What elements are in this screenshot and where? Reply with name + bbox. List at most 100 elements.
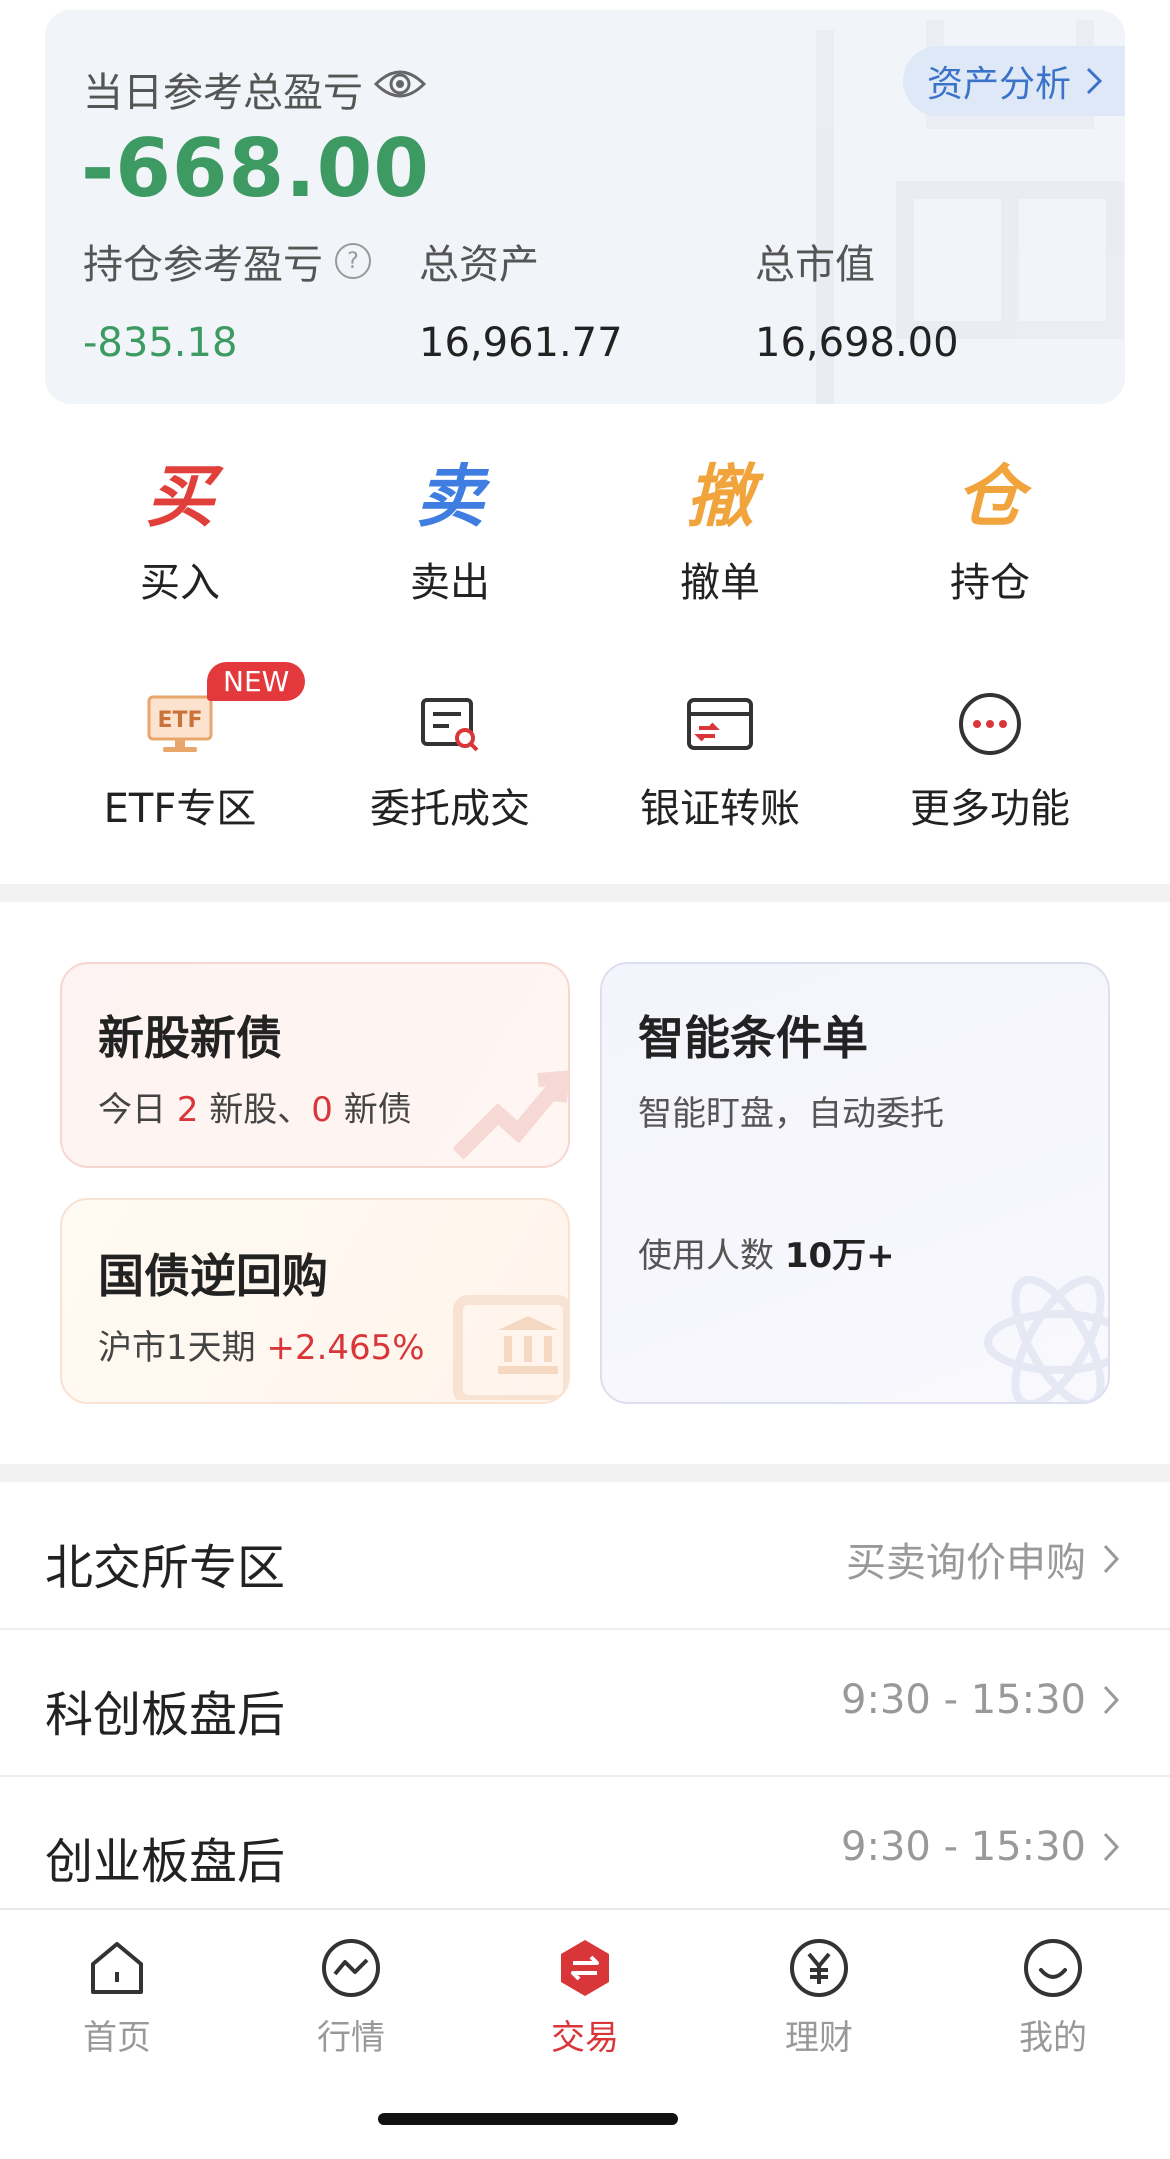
- tab-market[interactable]: 行情: [234, 1936, 468, 2059]
- chinext-after-hours-row[interactable]: 创业板盘后 9:30 - 15:30: [0, 1776, 1170, 1924]
- bank-transfer-button[interactable]: 银证转账: [585, 682, 855, 834]
- asset-summary-card: 当日参考总盈亏 -668.00 资产分析 持仓参考盈亏 ? -835.18 总资…: [45, 10, 1125, 404]
- help-icon[interactable]: ?: [335, 243, 371, 279]
- smart-order-card[interactable]: 智能条件单 智能盯盘，自动委托 使用人数 10万+: [600, 962, 1110, 1404]
- total-assets-label: 总资产: [419, 242, 539, 288]
- users-prefix: 使用人数: [638, 1236, 785, 1276]
- profile-icon: [1024, 1939, 1082, 1997]
- tab-trade[interactable]: 交易: [468, 1936, 702, 2059]
- sell-icon: 卖: [415, 458, 484, 537]
- ipo-stock-count: 2: [176, 1090, 199, 1130]
- market-value-value: 16,698.00: [755, 320, 959, 366]
- order-search-icon: [417, 682, 483, 766]
- bank-icon: [453, 1295, 568, 1400]
- asset-analysis-label: 资产分析: [926, 64, 1071, 105]
- sell-label: 卖出: [410, 560, 490, 606]
- chinext-label: 创业板盘后: [45, 1834, 286, 1890]
- cancel-order-label: 撤单: [680, 560, 760, 606]
- transfer-card-icon: [685, 682, 755, 766]
- repo-rate: +2.465%: [266, 1328, 425, 1368]
- ipo-card[interactable]: 新股新债 今日 2 新股、0 新债: [60, 962, 570, 1168]
- market-icon: [322, 1939, 380, 1997]
- ipo-sub-suffix: 新债: [332, 1090, 412, 1130]
- ipo-subtitle: 今日 2 新股、0 新债: [98, 1082, 412, 1131]
- reverse-repo-subtitle: 沪市1天期 +2.465%: [98, 1320, 425, 1369]
- orders-label: 委托成交: [370, 786, 530, 832]
- daily-pnl-value: -668.00: [81, 122, 430, 215]
- chevron-right-icon: [1103, 1544, 1120, 1574]
- new-badge: NEW: [207, 662, 306, 701]
- bse-zone-label: 北交所专区: [45, 1540, 286, 1596]
- trend-arrow-icon: [452, 1070, 568, 1160]
- ipo-title: 新股新债: [98, 1011, 282, 1065]
- chevron-right-icon: [1086, 67, 1103, 95]
- section-divider: [0, 884, 1170, 902]
- etf-icon: ETF NEW: [145, 662, 306, 766]
- chevron-right-icon: [1103, 1832, 1120, 1862]
- wealth-icon: [790, 1939, 848, 1997]
- cancel-order-button[interactable]: 撤 撤单: [585, 456, 855, 608]
- tab-trade-label: 交易: [551, 2018, 619, 2058]
- ipo-bond-count: 0: [311, 1090, 333, 1130]
- home-icon: [91, 1942, 143, 1994]
- tab-home[interactable]: 首页: [0, 1936, 234, 2059]
- tab-profile[interactable]: 我的: [936, 1936, 1170, 2059]
- market-value: 总市值 16,698.00: [755, 232, 959, 366]
- positions-label: 持仓: [950, 560, 1030, 606]
- section-divider: [0, 1464, 1170, 1482]
- bse-zone-detail: 买卖询价申购: [846, 1530, 1120, 1588]
- buy-button[interactable]: 买 买入: [45, 456, 315, 608]
- total-assets-value: 16,961.77: [419, 320, 623, 366]
- bank-transfer-label: 银证转账: [640, 786, 800, 832]
- buy-icon: 买: [145, 458, 214, 537]
- daily-pnl-label-text: 当日参考总盈亏: [83, 70, 363, 116]
- users-value: 10万+: [784, 1236, 895, 1276]
- chinext-hours: 9:30 - 15:30: [841, 1824, 1086, 1870]
- ipo-sub-prefix: 今日: [98, 1090, 177, 1130]
- tab-wealth[interactable]: 理财: [702, 1936, 936, 2059]
- market-value-label: 总市值: [755, 242, 875, 288]
- reverse-repo-card[interactable]: 国债逆回购 沪市1天期 +2.465%: [60, 1198, 570, 1404]
- etf-zone-label: ETF专区: [103, 786, 257, 832]
- star-market-hours: 9:30 - 15:30: [841, 1677, 1086, 1723]
- total-assets: 总资产 16,961.77: [419, 232, 623, 366]
- bse-zone-row[interactable]: 北交所专区 买卖询价申购: [0, 1482, 1170, 1630]
- home-indicator: [378, 2113, 678, 2125]
- repo-sub-prefix: 沪市1天期: [98, 1328, 267, 1368]
- holding-pnl-value: -835.18: [83, 320, 238, 366]
- ipo-sub-mid: 新股、: [198, 1090, 312, 1130]
- etf-zone-button[interactable]: ETF NEW ETF专区: [45, 662, 315, 834]
- reverse-repo-title: 国债逆回购: [98, 1249, 328, 1303]
- orders-button[interactable]: 委托成交: [315, 682, 585, 834]
- more-icon: [957, 682, 1023, 766]
- svg-text:ETF: ETF: [157, 708, 202, 733]
- sell-button[interactable]: 卖 卖出: [315, 456, 585, 608]
- tab-market-label: 行情: [317, 2018, 385, 2058]
- trade-actions-row: 买 买入 卖 卖出 撤 撤单 仓 持仓: [0, 456, 1170, 608]
- more-functions-button[interactable]: 更多功能: [855, 682, 1125, 834]
- chevron-right-icon: [1103, 1685, 1120, 1715]
- star-market-after-hours-row[interactable]: 科创板盘后 9:30 - 15:30: [0, 1629, 1170, 1777]
- bse-zone-right-text: 买卖询价申购: [846, 1540, 1086, 1586]
- holding-pnl: 持仓参考盈亏 ? -835.18: [83, 232, 371, 366]
- trade-icon: [561, 1940, 609, 1996]
- chinext-detail: 9:30 - 15:30: [841, 1824, 1120, 1870]
- tools-row: ETF NEW ETF专区 委托成交 银证转账 更多功能: [0, 662, 1170, 834]
- buy-label: 买入: [140, 560, 220, 606]
- positions-icon: 仓: [955, 458, 1024, 537]
- star-market-detail: 9:30 - 15:30: [841, 1677, 1120, 1723]
- tab-wealth-label: 理财: [785, 2018, 853, 2058]
- atom-icon: [984, 1275, 1108, 1402]
- eye-icon[interactable]: [373, 64, 427, 114]
- star-market-label: 科创板盘后: [45, 1687, 286, 1743]
- daily-pnl-label: 当日参考总盈亏: [83, 60, 427, 118]
- tab-home-label: 首页: [83, 2018, 151, 2058]
- smart-order-title: 智能条件单: [638, 1011, 868, 1065]
- tab-profile-label: 我的: [1019, 2018, 1087, 2058]
- holding-pnl-label: 持仓参考盈亏: [83, 242, 323, 288]
- more-functions-label: 更多功能: [910, 786, 1070, 832]
- smart-order-subtitle: 智能盯盘，自动委托: [638, 1094, 944, 1134]
- positions-button[interactable]: 仓 持仓: [855, 456, 1125, 608]
- asset-analysis-button[interactable]: 资产分析: [902, 46, 1125, 116]
- smart-order-users: 使用人数 10万+: [638, 1228, 895, 1277]
